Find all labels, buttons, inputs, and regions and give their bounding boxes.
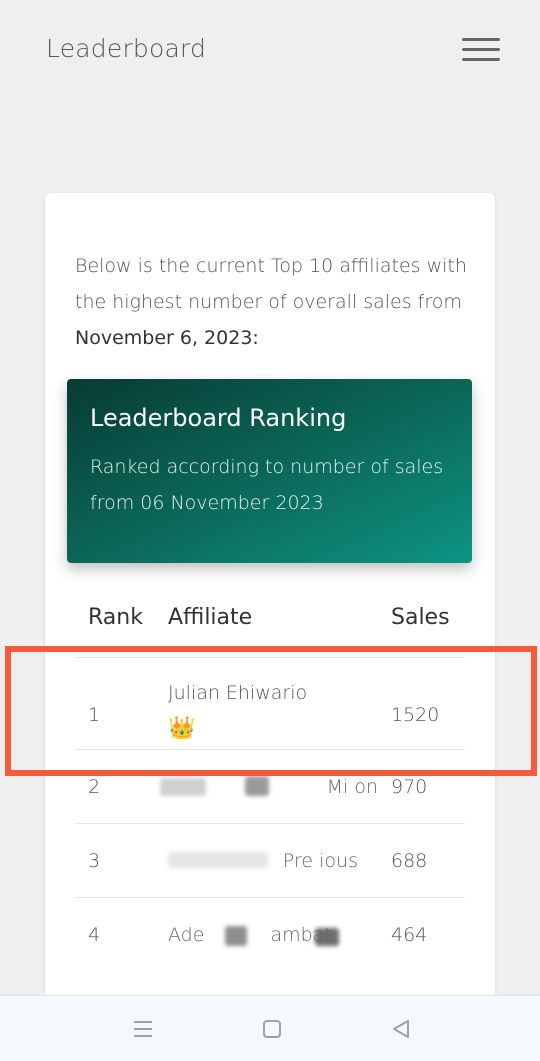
sales-cell: 970 — [391, 776, 428, 798]
hamburger-menu-icon[interactable] — [462, 38, 500, 66]
rank-cell: 3 — [88, 850, 101, 872]
rank-cell: 2 — [88, 776, 101, 798]
intro-description: Below is the current Top 10 affiliates w… — [75, 255, 467, 313]
affiliate-cell: Ade ambat — [168, 924, 332, 946]
home-icon[interactable] — [257, 1014, 287, 1044]
back-icon[interactable] — [386, 1014, 416, 1044]
affiliate-cell: Pre ious — [282, 850, 358, 872]
rank-cell: 4 — [88, 924, 101, 946]
table-row: 3 Pre ious 688 — [75, 823, 465, 897]
table-row: 1 Julian Ehiwario 👑 1520 — [75, 657, 465, 749]
leaderboard-card: Below is the current Top 10 affiliates w… — [45, 193, 495, 1013]
sales-cell: 1520 — [391, 704, 440, 726]
app-header: Leaderboard — [0, 0, 540, 100]
ranking-banner: Leaderboard Ranking Ranked according to … — [67, 379, 472, 563]
banner-subtitle: Ranked according to number of sales from… — [90, 456, 444, 514]
recent-apps-icon[interactable] — [128, 1014, 158, 1044]
table-row: 2 Mi on 970 — [75, 749, 465, 823]
system-nav-bar — [0, 995, 540, 1061]
sales-cell: 688 — [391, 850, 428, 872]
affiliate-cell: Julian Ehiwario — [168, 682, 308, 704]
page-title: Leaderboard — [46, 34, 207, 63]
intro-text: Below is the current Top 10 affiliates w… — [75, 248, 475, 356]
rank-cell: 1 — [88, 704, 101, 726]
column-header-affiliate: Affiliate — [168, 605, 253, 630]
column-header-sales: Sales — [391, 605, 450, 630]
crown-icon: 👑 — [168, 716, 196, 741]
banner-title: Leaderboard Ranking — [90, 404, 347, 432]
intro-date: November 6, 2023: — [75, 327, 259, 349]
affiliate-cell: Mi on — [326, 776, 378, 798]
table-row: 4 Ade ambat 464 — [75, 897, 465, 971]
sales-cell: 464 — [391, 924, 428, 946]
column-header-rank: Rank — [88, 605, 143, 630]
